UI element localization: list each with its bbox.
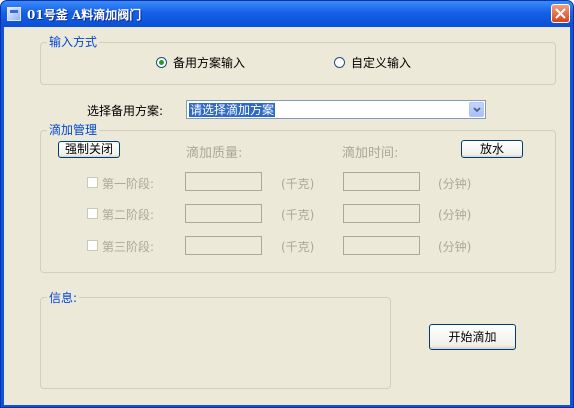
backup-plan-label: 选择备用方案: [87, 104, 164, 118]
dropdown-button[interactable] [469, 102, 484, 117]
stage-3-label: 第三阶段: [102, 240, 155, 254]
info-title: 信息: [47, 289, 80, 306]
chevron-down-icon [473, 107, 481, 113]
force-close-button[interactable]: 强制关闭 [58, 141, 120, 158]
stage-2-checkbox[interactable] [87, 208, 98, 219]
start-drip-button[interactable]: 开始滴加 [429, 324, 516, 350]
window-title: 01号釜 A料滴加阀门 [27, 8, 142, 22]
input-mode-group: 输入方式 [40, 35, 556, 85]
backup-plan-value: 请选择滴加方案 [189, 103, 276, 117]
stage-3-checkbox[interactable] [87, 240, 98, 251]
stage-2-mass-unit: (千克) [281, 208, 315, 222]
stage-1-label: 第一阶段: [102, 177, 155, 191]
stage-1-checkbox[interactable] [87, 177, 98, 188]
stage-3-time-input[interactable] [343, 236, 420, 255]
drip-management-title: 滴加管理 [47, 123, 100, 137]
radio-unchecked-icon [334, 57, 345, 68]
app-icon [7, 7, 21, 21]
drain-button[interactable]: 放水 [461, 140, 523, 158]
dialog-window: 01号釜 A料滴加阀门 输入方式 备用方案输入 自定义输入 选择备用方案: 请选… [0, 0, 574, 408]
stage-1-time-input[interactable] [343, 172, 420, 191]
time-header: 滴加时间: [342, 146, 399, 161]
stage-3-time-unit: (分钟) [438, 240, 472, 254]
stage-2-time-unit: (分钟) [438, 208, 472, 222]
mass-header: 滴加质量: [186, 146, 243, 161]
close-button[interactable] [551, 4, 570, 23]
radio-backup-plan-label: 备用方案输入 [173, 56, 246, 70]
dialog-body: 输入方式 备用方案输入 自定义输入 选择备用方案: 请选择滴加方案 滴加管理 强… [4, 27, 570, 405]
stage-3-mass-unit: (千克) [281, 240, 315, 254]
close-icon [555, 8, 566, 19]
stage-2-time-input[interactable] [343, 204, 420, 223]
backup-plan-select[interactable]: 请选择滴加方案 [186, 100, 486, 119]
stage-3-mass-input[interactable] [185, 236, 262, 255]
radio-custom-input[interactable]: 自定义输入 [334, 54, 411, 71]
title-bar[interactable]: 01号釜 A料滴加阀门 [1, 1, 573, 27]
radio-backup-plan[interactable]: 备用方案输入 [156, 54, 245, 71]
stage-1-mass-input[interactable] [185, 172, 262, 191]
radio-checked-icon [156, 57, 167, 68]
stage-1-time-unit: (分钟) [438, 177, 472, 191]
stage-2-mass-input[interactable] [185, 204, 262, 223]
radio-custom-input-label: 自定义输入 [351, 56, 412, 70]
info-box: 信息: [40, 289, 391, 389]
input-mode-title: 输入方式 [47, 35, 100, 49]
stage-2-label: 第二阶段: [102, 208, 155, 222]
stage-1-mass-unit: (千克) [281, 177, 315, 191]
